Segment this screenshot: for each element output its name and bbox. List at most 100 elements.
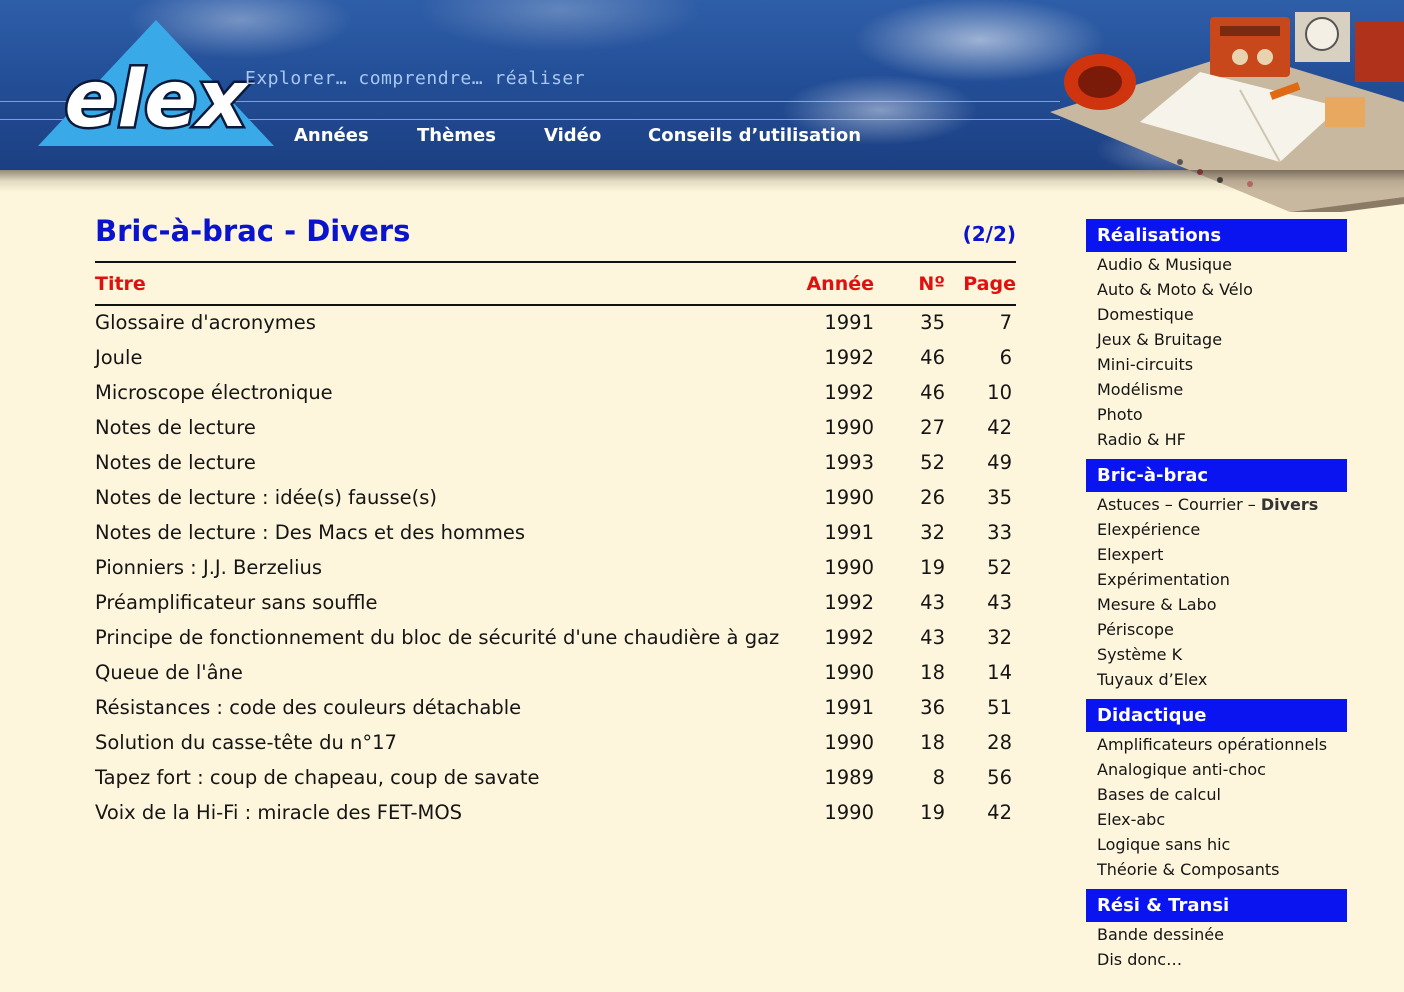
sidebar-item[interactable]: Logique sans hic	[1097, 835, 1230, 854]
article-issue: 19	[920, 801, 945, 824]
article-year: 1992	[824, 346, 874, 369]
sidebar-item[interactable]: Audio & Musique	[1097, 255, 1232, 274]
sidebar-item[interactable]: Périscope	[1097, 620, 1174, 639]
article-title[interactable]: Microscope électronique	[95, 381, 333, 404]
table-row[interactable]: Notes de lecture : idée(s) fausse(s) 1990…	[95, 486, 1016, 521]
table-row[interactable]: Notes de lecture 1990 27 42	[95, 416, 1016, 451]
sidebar-item[interactable]: Jeux & Bruitage	[1097, 330, 1222, 349]
article-title[interactable]: Voix de la Hi-Fi : miracle des FET-MOS	[95, 801, 462, 824]
table-row[interactable]: Queue de l'âne 1990 18 14	[95, 661, 1016, 696]
table-row[interactable]: Microscope électronique 1992 46 10	[95, 381, 1016, 416]
sidebar-item[interactable]: Théorie & Composants	[1097, 860, 1279, 879]
article-issue: 18	[920, 661, 945, 684]
sidebar-item[interactable]: Système K	[1097, 645, 1182, 664]
article-issue: 19	[920, 556, 945, 579]
article-title[interactable]: Solution du casse-tête du n°17	[95, 731, 397, 754]
article-page: 35	[987, 486, 1012, 509]
divider	[95, 304, 1016, 306]
article-year: 1992	[824, 591, 874, 614]
article-page: 42	[987, 416, 1012, 439]
sidebar-item[interactable]: Photo	[1097, 405, 1143, 424]
sidebar-item[interactable]: Analogique anti-choc	[1097, 760, 1266, 779]
article-year: 1990	[824, 416, 874, 439]
sidebar-item[interactable]: Bande dessinée	[1097, 925, 1224, 944]
table-row[interactable]: Notes de lecture 1993 52 49	[95, 451, 1016, 486]
sidebar-heading-resi-transi[interactable]: Rési & Transi	[1086, 889, 1347, 922]
sidebar-item-astuces-courrier-divers[interactable]: Astuces – Courrier – Divers	[1097, 495, 1318, 514]
article-title[interactable]: Queue de l'âne	[95, 661, 243, 684]
article-issue: 35	[920, 311, 945, 334]
nav-usage-tips[interactable]: Conseils d’utilisation	[648, 125, 861, 146]
table-row[interactable]: Pionniers : J.J. Berzelius 1990 19 52	[95, 556, 1016, 591]
article-year: 1991	[824, 696, 874, 719]
article-title[interactable]: Principe de fonctionnement du bloc de sé…	[95, 626, 779, 649]
page-indicator[interactable]: (2/2)	[963, 222, 1016, 246]
article-title[interactable]: Notes de lecture	[95, 416, 256, 439]
sidebar-item[interactable]: Dis donc…	[1097, 950, 1182, 969]
article-title[interactable]: Pionniers : J.J. Berzelius	[95, 556, 322, 579]
article-title[interactable]: Notes de lecture : Des Macs et des homme…	[95, 521, 525, 544]
article-year: 1989	[824, 766, 874, 789]
table-row[interactable]: Voix de la Hi-Fi : miracle des FET-MOS 19…	[95, 801, 1016, 836]
column-header-page[interactable]: Page	[963, 273, 1016, 295]
sidebar-item[interactable]: Domestique	[1097, 305, 1194, 324]
table-row[interactable]: Glossaire d'acronymes 1991 35 7	[95, 311, 1016, 346]
sidebar-item[interactable]: Elexpérience	[1097, 520, 1200, 539]
sidebar-item[interactable]: Elex-abc	[1097, 810, 1165, 829]
table-row[interactable]: Principe de fonctionnement du bloc de sé…	[95, 626, 1016, 661]
article-issue: 36	[920, 696, 945, 719]
article-title[interactable]: Préamplificateur sans souffle	[95, 591, 377, 614]
table-row[interactable]: Solution du casse-tête du n°17 1990 18 28	[95, 731, 1016, 766]
article-page: 33	[987, 521, 1012, 544]
article-title[interactable]: Notes de lecture : idée(s) fausse(s)	[95, 486, 437, 509]
nav-years[interactable]: Années	[294, 125, 369, 146]
article-page: 32	[987, 626, 1012, 649]
sidebar-item[interactable]: Mini-circuits	[1097, 355, 1193, 374]
article-issue: 8	[932, 766, 945, 789]
elex-logo[interactable]: elex	[36, 18, 276, 148]
nav-video[interactable]: Vidéo	[544, 125, 601, 146]
article-page: 6	[999, 346, 1012, 369]
article-issue: 27	[920, 416, 945, 439]
article-title[interactable]: Tapez fort : coup de chapeau, coup de sa…	[95, 766, 540, 789]
article-page: 28	[987, 731, 1012, 754]
article-issue: 18	[920, 731, 945, 754]
table-row[interactable]: Préamplificateur sans souffle 1992 43 43	[95, 591, 1016, 626]
sidebar-item[interactable]: Mesure & Labo	[1097, 595, 1217, 614]
article-title[interactable]: Résistances : code des couleurs détachab…	[95, 696, 521, 719]
sidebar-item[interactable]: Bases de calcul	[1097, 785, 1221, 804]
article-year: 1990	[824, 556, 874, 579]
article-issue: 46	[920, 346, 945, 369]
article-issue: 46	[920, 381, 945, 404]
nav-themes[interactable]: Thèmes	[417, 125, 496, 146]
article-year: 1990	[824, 486, 874, 509]
table-row[interactable]: Joule 1992 46 6	[95, 346, 1016, 381]
sidebar-item[interactable]: Modélisme	[1097, 380, 1183, 399]
column-header-issue[interactable]: Nº	[918, 273, 945, 295]
page-title: Bric-à-brac - Divers	[95, 214, 411, 248]
article-title[interactable]: Notes de lecture	[95, 451, 256, 474]
table-row[interactable]: Notes de lecture : Des Macs et des homme…	[95, 521, 1016, 556]
article-page: 49	[987, 451, 1012, 474]
table-row[interactable]: Tapez fort : coup de chapeau, coup de sa…	[95, 766, 1016, 801]
article-year: 1992	[824, 626, 874, 649]
sidebar-heading-bric-a-brac[interactable]: Bric-à-brac	[1086, 459, 1347, 492]
article-issue: 43	[920, 591, 945, 614]
article-issue: 43	[920, 626, 945, 649]
sidebar-item[interactable]: Elexpert	[1097, 545, 1163, 564]
sidebar-item[interactable]: Tuyaux d’Elex	[1097, 670, 1207, 689]
article-title[interactable]: Glossaire d'acronymes	[95, 311, 316, 334]
article-year: 1992	[824, 381, 874, 404]
sidebar-item[interactable]: Radio & HF	[1097, 430, 1186, 449]
sidebar-item[interactable]: Auto & Moto & Vélo	[1097, 280, 1253, 299]
article-page: 14	[987, 661, 1012, 684]
sidebar-item[interactable]: Expérimentation	[1097, 570, 1230, 589]
sidebar-heading-realisations[interactable]: Réalisations	[1086, 219, 1347, 252]
sidebar-item[interactable]: Amplificateurs opérationnels	[1097, 735, 1327, 754]
article-issue: 26	[920, 486, 945, 509]
column-header-year[interactable]: Année	[806, 273, 874, 295]
article-title[interactable]: Joule	[95, 346, 142, 369]
table-row[interactable]: Résistances : code des couleurs détachab…	[95, 696, 1016, 731]
sidebar-heading-didactique[interactable]: Didactique	[1086, 699, 1347, 732]
column-header-title[interactable]: Titre	[95, 273, 146, 295]
